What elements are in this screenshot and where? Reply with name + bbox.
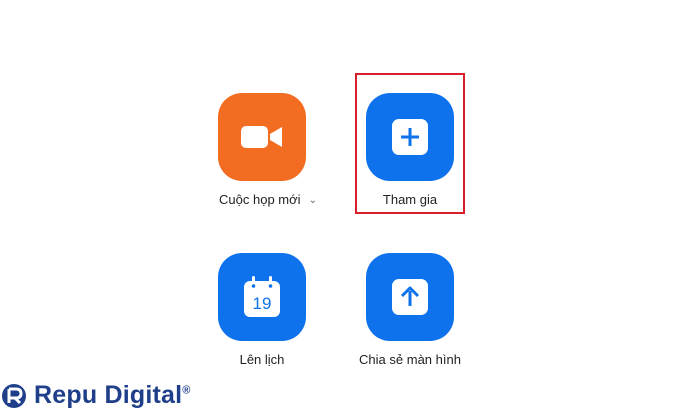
calendar-day: 19 — [253, 294, 272, 313]
upload-arrow-icon — [392, 279, 428, 315]
watermark-logo: Repu Digital® — [0, 380, 191, 411]
schedule-button[interactable]: 19 — [218, 253, 306, 341]
chevron-down-icon[interactable]: ⌄ — [309, 195, 317, 206]
schedule-label[interactable]: Lên lịch — [240, 352, 285, 367]
watermark-text: Repu Digital® — [34, 381, 191, 409]
share-screen-label[interactable]: Chia sẻ màn hình — [359, 352, 461, 367]
highlight-box — [355, 73, 465, 214]
new-meeting-button[interactable] — [218, 93, 306, 181]
calendar-icon: 19 — [244, 276, 280, 317]
video-camera-icon — [241, 126, 282, 148]
repu-logo-icon — [2, 383, 26, 408]
home-panel: Cuộc họp mới ⌄ Tham gia 19 Lên lịch Chia … — [0, 0, 681, 411]
share-screen-button[interactable] — [366, 253, 454, 341]
new-meeting-label[interactable]: Cuộc họp mới ⌄ — [219, 192, 317, 207]
